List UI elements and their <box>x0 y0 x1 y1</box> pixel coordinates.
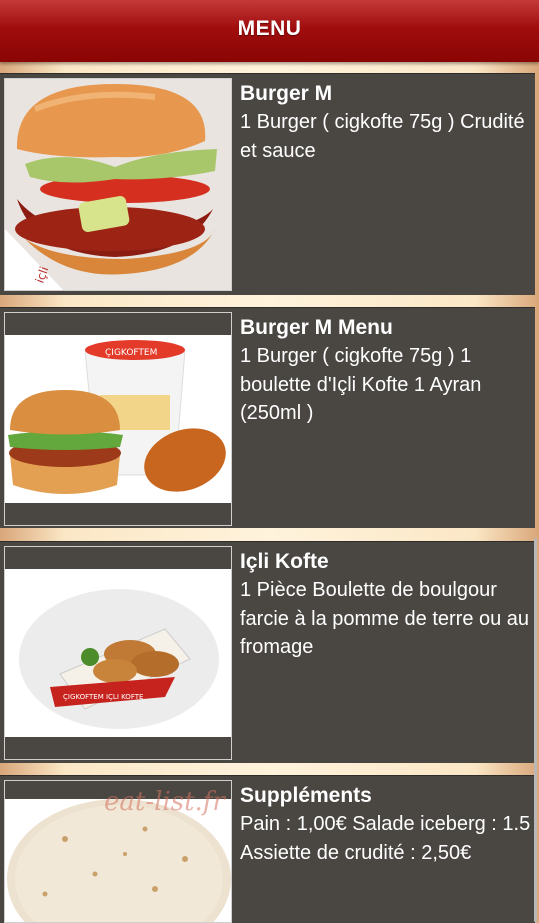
top-bar: MENU <box>0 0 539 62</box>
menu-item-burger-m[interactable]: içli Burger M 1 Burger ( cigkofte 75g ) … <box>0 73 535 295</box>
burger-menu-photo: ÇIGKOFTEM <box>4 312 232 526</box>
icli-kofte-photo: ÇIGKOFTEM IÇLI KOFTE <box>4 546 232 760</box>
scrollbar[interactable] <box>534 538 537 922</box>
item-description: 1 Pièce Boulette de boulgour farcie à la… <box>240 579 530 658</box>
burger-photo: içli <box>4 78 232 291</box>
item-title: Burger M Menu <box>240 316 393 339</box>
svg-text:ÇIGKOFTEM: ÇIGKOFTEM <box>105 348 157 358</box>
menu-item-icli-kofte[interactable]: ÇIGKOFTEM IÇLI KOFTE Içli Kofte 1 Pièce … <box>0 541 535 763</box>
watermark: eat-list.fr <box>104 787 225 817</box>
page-title: MENU <box>237 17 302 40</box>
item-title: Suppléments <box>240 784 372 807</box>
item-description: Pain : 1,00€ Salade iceberg : 1.5 Assiet… <box>240 813 531 864</box>
item-title: Burger M <box>240 82 333 105</box>
item-description: 1 Burger ( cigkofte 75g ) Crudité et sau… <box>240 111 525 162</box>
item-title: Içli Kofte <box>240 550 329 573</box>
menu-item-supplements[interactable]: Suppléments Pain : 1,00€ Salade iceberg … <box>0 775 535 923</box>
item-description: 1 Burger ( cigkofte 75g ) 1 boulette d'I… <box>240 345 482 424</box>
svg-text:ÇIGKOFTEM IÇLI KOFTE: ÇIGKOFTEM IÇLI KOFTE <box>63 693 143 701</box>
menu-item-burger-m-menu[interactable]: ÇIGKOFTEM Burger M Menu 1 Burger ( cigko… <box>0 307 535 528</box>
